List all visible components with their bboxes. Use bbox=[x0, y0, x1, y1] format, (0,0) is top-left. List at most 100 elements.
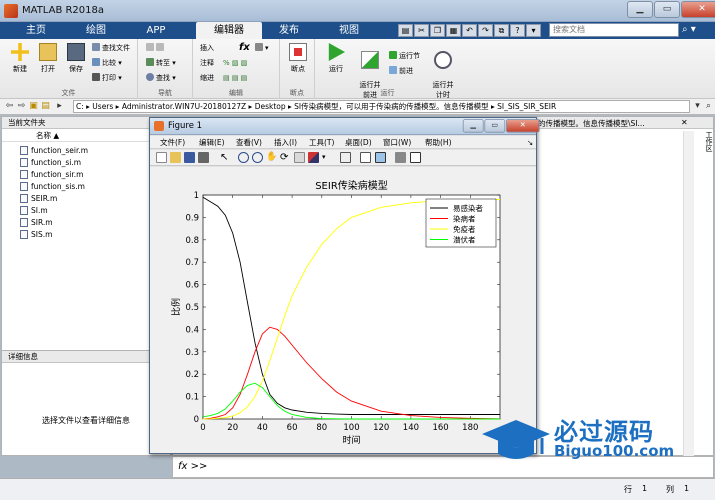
rotate-3d-icon[interactable]: ⟳ bbox=[280, 152, 291, 163]
menu-view[interactable]: 查看(V) bbox=[236, 137, 262, 148]
quick-copy-icon[interactable]: ❐ bbox=[430, 24, 445, 37]
path-search-icon[interactable]: ⌕ bbox=[703, 101, 714, 112]
find-files-button[interactable]: 查找文件 bbox=[92, 43, 130, 54]
link-plot-icon[interactable] bbox=[340, 152, 351, 163]
data-cursor-icon[interactable] bbox=[294, 152, 305, 163]
percent-comment-icon[interactable]: % ▨ ▨ bbox=[223, 58, 247, 69]
show-plot-tools-icon[interactable] bbox=[410, 152, 421, 163]
goto-button[interactable]: 转至 ▾ bbox=[146, 58, 176, 69]
indent-button[interactable]: 缩进 bbox=[200, 73, 214, 84]
tab-apps[interactable]: APP bbox=[128, 22, 184, 39]
brush-icon[interactable] bbox=[308, 152, 319, 163]
print-figure-icon[interactable] bbox=[198, 152, 209, 163]
file-item[interactable]: function_sir.m bbox=[20, 169, 83, 180]
menu-insert[interactable]: 插入(I) bbox=[274, 137, 297, 148]
m-file-icon bbox=[20, 170, 28, 179]
editor-panel-close-icon[interactable]: ✕ bbox=[681, 118, 688, 127]
editor-tab-title[interactable]: 的传播模型。信息传播模型\SI... bbox=[538, 118, 645, 129]
advance-button[interactable]: 前进 bbox=[389, 66, 413, 77]
switch-windows-icon[interactable]: ⧉ bbox=[494, 24, 509, 37]
zoom-out-icon[interactable] bbox=[252, 152, 263, 163]
current-folder-path[interactable]: C: ▸ Users ▸ Administrator.WIN7U-2018012… bbox=[73, 100, 690, 113]
quick-paste-icon[interactable]: ▦ bbox=[446, 24, 461, 37]
run-section-button[interactable]: 运行节 bbox=[389, 51, 420, 62]
maximize-button[interactable]: ▭ bbox=[654, 1, 680, 18]
undo-icon[interactable]: ↶ bbox=[462, 24, 477, 37]
arrow-left-icon bbox=[146, 43, 154, 51]
figure-canvas: 0 20 40 60 80 100 120 140 160 180 0 0.1 0.2 0.3 0.4 0.5… bbox=[150, 167, 536, 453]
name-column-header[interactable]: 名称 ▲ bbox=[2, 130, 170, 142]
file-item[interactable]: function_si.m bbox=[20, 157, 81, 168]
y-tick-label: 0.8 bbox=[185, 236, 199, 246]
menu-dock-icon[interactable]: ↘ bbox=[527, 137, 533, 148]
file-item[interactable]: SI.m bbox=[20, 205, 48, 216]
open-file-icon[interactable] bbox=[170, 152, 181, 163]
menu-tools[interactable]: 工具(T) bbox=[309, 137, 334, 148]
menu-window[interactable]: 窗口(W) bbox=[383, 137, 411, 148]
figure-maximize-button[interactable]: ▭ bbox=[484, 119, 506, 133]
figure-close-button[interactable]: ✕ bbox=[506, 119, 540, 133]
search-documentation-input[interactable]: 搜索文档 bbox=[549, 23, 679, 37]
details-hint: 选择文件以查看详细信息 bbox=[42, 416, 130, 425]
minimize-button[interactable]: ▁ bbox=[627, 1, 653, 18]
file-item[interactable]: SEIR.m bbox=[20, 193, 57, 204]
tab-editor[interactable]: 编辑器 bbox=[196, 22, 262, 39]
menu-edit[interactable]: 编辑(E) bbox=[199, 137, 225, 148]
path-up-icon[interactable]: ▸ bbox=[54, 101, 65, 112]
fx-button[interactable]: fx bbox=[239, 42, 250, 53]
new-button[interactable]: 新建 bbox=[6, 43, 34, 74]
path-dropdown-icon[interactable]: ▾ bbox=[692, 101, 703, 112]
colorbar-icon[interactable] bbox=[360, 152, 371, 163]
figure-minimize-button[interactable]: ▁ bbox=[462, 119, 484, 133]
legend-label-1: 易感染者 bbox=[453, 203, 483, 213]
menu-help[interactable]: 帮助(H) bbox=[425, 137, 452, 148]
file-item[interactable]: function_seir.m bbox=[20, 145, 88, 156]
run-button[interactable]: 运行 bbox=[321, 43, 351, 74]
legend-icon[interactable] bbox=[375, 152, 386, 163]
zoom-in-icon[interactable] bbox=[238, 152, 249, 163]
toolbar-options-icon[interactable]: ▾ bbox=[526, 24, 541, 37]
close-button[interactable]: ✕ bbox=[681, 1, 715, 18]
indent-icons[interactable]: ▤ ▤ ▤ bbox=[223, 73, 247, 84]
tab-plots[interactable]: 绘图 bbox=[70, 22, 122, 39]
menu-file[interactable]: 文件(F) bbox=[160, 137, 185, 148]
tab-publish[interactable]: 发布 bbox=[266, 22, 312, 39]
open-button[interactable]: 打开 bbox=[34, 43, 62, 74]
hide-plot-tools-icon[interactable] bbox=[395, 152, 406, 163]
figure-window: Figure 1 ▁ ▭ ✕ 文件(F) 编辑(E) 查看(V) 插入(I) 工… bbox=[149, 117, 540, 454]
tab-view[interactable]: 视图 bbox=[322, 22, 376, 39]
menu-desktop[interactable]: 桌面(D) bbox=[345, 137, 372, 148]
help-quick-icon[interactable]: ? bbox=[510, 24, 525, 37]
select-arrow-icon[interactable]: ↖ bbox=[220, 152, 231, 163]
file-item[interactable]: SIR.m bbox=[20, 217, 53, 228]
folder-up-icon[interactable]: ▣ bbox=[28, 101, 39, 112]
y-tick-label: 0.1 bbox=[185, 393, 199, 403]
navigate-group-label: 导航 bbox=[158, 89, 172, 97]
pan-hand-icon[interactable]: ✋ bbox=[266, 152, 277, 163]
save-button[interactable]: 保存 bbox=[62, 43, 90, 74]
brush-dropdown-icon[interactable]: ▾ bbox=[322, 152, 333, 163]
compare-button[interactable]: 比较 ▾ bbox=[92, 58, 122, 69]
insert-options-icon[interactable]: ▾ bbox=[255, 43, 269, 54]
insert-button[interactable]: 插入 bbox=[200, 43, 214, 54]
figure-title-bar: Figure 1 ▁ ▭ ✕ bbox=[150, 118, 540, 135]
back-arrow-icon[interactable]: ⇦ bbox=[4, 101, 15, 112]
file-item[interactable]: SIS.m bbox=[20, 229, 52, 240]
breakpoints-button[interactable]: 断点 bbox=[283, 43, 313, 74]
save-figure-icon[interactable] bbox=[184, 152, 195, 163]
new-figure-icon[interactable] bbox=[156, 152, 167, 163]
editor-scrollbar[interactable] bbox=[683, 131, 694, 457]
run-advance-icon bbox=[361, 51, 379, 69]
file-item[interactable]: function_sis.m bbox=[20, 181, 85, 192]
print-button[interactable]: 打印 ▾ bbox=[92, 73, 122, 84]
browse-folder-icon[interactable]: ▤ bbox=[40, 101, 51, 112]
comment-button[interactable]: 注释 bbox=[200, 58, 214, 69]
quick-save-icon[interactable]: ▤ bbox=[398, 24, 413, 37]
back-forward-buttons[interactable] bbox=[146, 43, 166, 54]
forward-arrow-icon[interactable]: ⇨ bbox=[16, 101, 27, 112]
redo-icon[interactable]: ↷ bbox=[478, 24, 493, 37]
quick-cut-icon[interactable]: ✂ bbox=[414, 24, 429, 37]
find-button[interactable]: 查找 ▾ bbox=[146, 73, 176, 84]
search-icon[interactable]: ⌕ ▾ bbox=[682, 24, 710, 37]
tab-home[interactable]: 主页 bbox=[14, 22, 58, 39]
